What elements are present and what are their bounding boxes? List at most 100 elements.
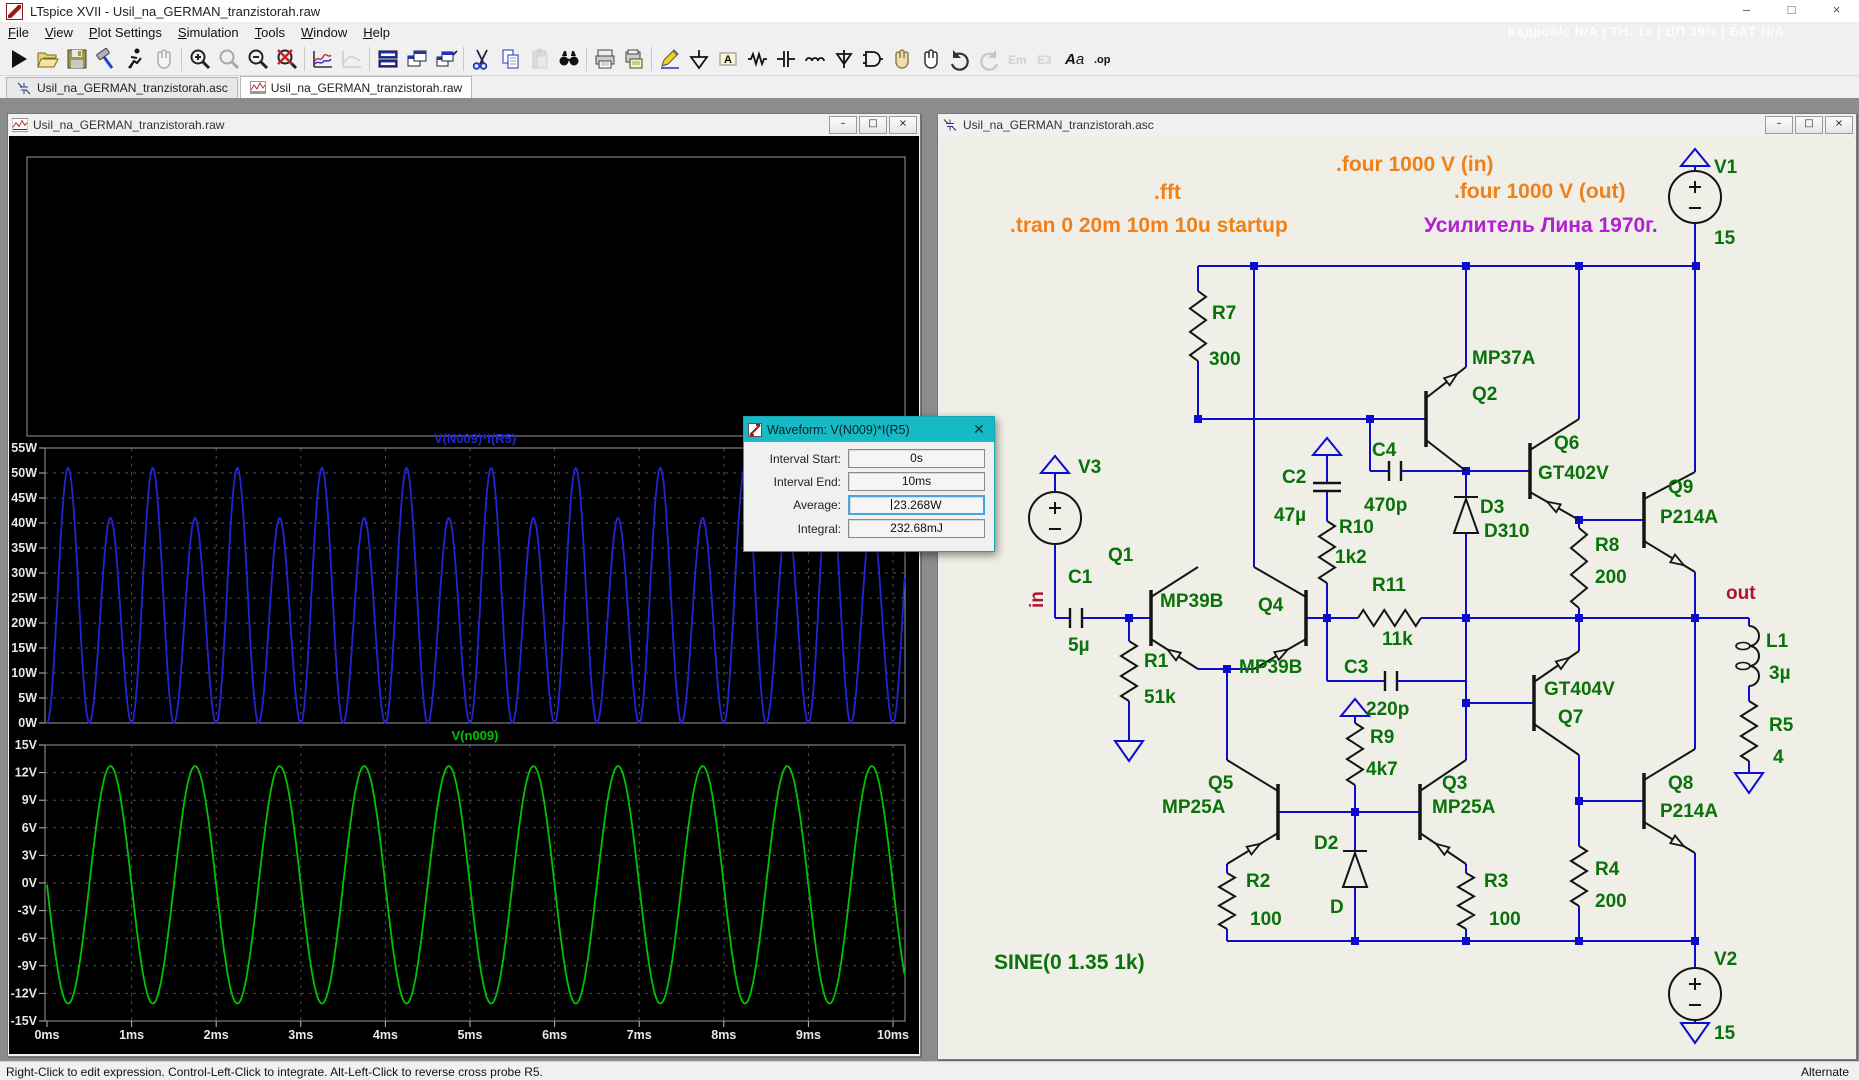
waveform-plot-area[interactable]: V(N009)*I(R5)55W50W45W40W35W30W25W20W15W… (9, 136, 919, 1054)
copy-icon[interactable] (496, 45, 525, 73)
average-input[interactable]: 23.268W (848, 495, 985, 515)
edit-pencil-icon[interactable] (655, 45, 684, 73)
dialog-close-icon[interactable]: ✕ (968, 421, 990, 438)
tile-vertical-icon[interactable] (402, 45, 431, 73)
cut-icon[interactable] (467, 45, 496, 73)
drag-hand-icon[interactable] (887, 45, 916, 73)
menu-simulation[interactable]: Simulation (170, 23, 247, 42)
waveform-minimize-button[interactable]: – (829, 116, 857, 134)
schematic-label[interactable]: .tran 0 20m 10m 10u startup (1010, 214, 1288, 237)
schematic-label[interactable]: MP25A (1432, 797, 1496, 818)
capacitor-icon[interactable] (771, 45, 800, 73)
schematic-label[interactable]: Q7 (1558, 707, 1583, 728)
waveform-close-button[interactable]: × (889, 116, 917, 134)
schematic-label[interactable]: 15 (1714, 228, 1736, 249)
schematic-label[interactable]: MP37A (1472, 348, 1536, 369)
schematic-label[interactable]: D3 (1480, 497, 1504, 518)
gate-icon[interactable] (858, 45, 887, 73)
schematic-label[interactable]: 220p (1366, 699, 1409, 720)
schematic-label[interactable]: C1 (1068, 567, 1093, 588)
schematic-label[interactable]: MP39B (1239, 657, 1302, 678)
schematic-label[interactable]: P214A (1660, 801, 1718, 822)
schematic-label[interactable]: C3 (1344, 657, 1368, 678)
schematic-label[interactable]: 11k (1382, 629, 1413, 650)
interval-start-input[interactable]: 0s (848, 449, 985, 468)
schematic-label[interactable]: 51k (1144, 687, 1176, 708)
zoom-in-icon[interactable] (185, 45, 214, 73)
schematic-label[interactable]: SINE(0 1.35 1k) (994, 951, 1145, 974)
schematic-label[interactable]: 470p (1364, 495, 1407, 516)
tab-raw[interactable]: Usil_na_GERMAN_tranzistorah.raw (240, 76, 472, 98)
schematic-label[interactable]: GT402V (1538, 463, 1609, 484)
schematic-label[interactable]: Q2 (1472, 384, 1497, 405)
waveform-dialog-titlebar[interactable]: Waveform: V(N009)*I(R5) ✕ (744, 417, 994, 442)
schematic-label[interactable]: V2 (1714, 949, 1737, 970)
menu-help[interactable]: Help (355, 23, 398, 42)
schematic-label[interactable]: Q5 (1208, 773, 1234, 794)
schematic-label[interactable]: R8 (1595, 535, 1619, 556)
schematic-label[interactable]: Q3 (1442, 773, 1467, 794)
net-label-icon[interactable]: A (713, 45, 742, 73)
resistor-icon[interactable] (742, 45, 771, 73)
menu-plot-settings[interactable]: Plot Settings (81, 23, 170, 42)
menu-file[interactable]: File (0, 23, 37, 42)
schematic-label[interactable]: 200 (1595, 567, 1627, 588)
text-tool-icon[interactable]: Aa (1061, 45, 1090, 73)
schematic-label[interactable]: R9 (1370, 727, 1394, 748)
undo-icon[interactable] (945, 45, 974, 73)
schematic-label[interactable]: V3 (1078, 457, 1101, 478)
schematic-minimize-button[interactable]: – (1765, 116, 1793, 134)
schematic-label[interactable]: R5 (1769, 715, 1794, 736)
schematic-window-titlebar[interactable]: Usil_na_GERMAN_tranzistorah.asc – □ × (938, 114, 1856, 137)
schematic-label[interactable]: D310 (1484, 521, 1529, 542)
print-preview-icon[interactable] (619, 45, 648, 73)
trace-label[interactable]: V(N009)*I(R5) (434, 431, 516, 446)
schematic-label[interactable]: Q6 (1554, 433, 1579, 454)
schematic-label[interactable]: Q8 (1668, 773, 1693, 794)
schematic-label[interactable]: R1 (1144, 651, 1169, 672)
schematic-label[interactable]: 4 (1773, 747, 1784, 768)
close-button[interactable]: × (1814, 0, 1859, 22)
schematic-label[interactable]: 1k2 (1335, 547, 1367, 568)
interval-end-input[interactable]: 10ms (848, 472, 985, 491)
open-icon[interactable] (33, 45, 62, 73)
menu-view[interactable]: View (37, 23, 81, 42)
inductor-icon[interactable] (800, 45, 829, 73)
tile-horizontal-icon[interactable] (373, 45, 402, 73)
menu-tools[interactable]: Tools (247, 23, 293, 42)
spice-directive-icon[interactable]: .op (1090, 45, 1119, 73)
schematic-label[interactable]: out (1726, 583, 1756, 604)
schematic-label[interactable]: .four 1000 V (in) (1336, 153, 1494, 176)
zoom-out-icon[interactable] (243, 45, 272, 73)
minimize-button[interactable]: – (1724, 0, 1769, 22)
schematic-label[interactable]: R7 (1212, 303, 1236, 324)
restore-button[interactable]: □ (1769, 0, 1814, 22)
schematic-label[interactable]: 300 (1209, 349, 1241, 370)
run-man-icon[interactable] (120, 45, 149, 73)
cascade-icon[interactable] (431, 45, 460, 73)
tab-asc[interactable]: Usil_na_GERMAN_tranzistorah.asc (6, 77, 238, 98)
schematic-label[interactable]: R11 (1372, 575, 1406, 596)
schematic-label[interactable]: R3 (1484, 871, 1508, 892)
schematic-label[interactable]: .fft (1154, 181, 1181, 204)
run-icon[interactable] (4, 45, 33, 73)
waveform-restore-button[interactable]: □ (859, 116, 887, 134)
schematic-label[interactable]: 100 (1250, 909, 1282, 930)
schematic-label[interactable]: C4 (1372, 440, 1397, 461)
schematic-label[interactable]: R4 (1595, 859, 1620, 880)
schematic-label[interactable]: GT404V (1544, 679, 1615, 700)
plot-settings-icon[interactable] (308, 45, 337, 73)
pan-hand-icon[interactable] (916, 45, 945, 73)
schematic-label[interactable]: P214A (1660, 507, 1718, 528)
schematic-label[interactable]: .four 1000 V (out) (1454, 180, 1626, 203)
control-panel-icon[interactable] (91, 45, 120, 73)
schematic-label[interactable]: 47µ (1274, 505, 1306, 526)
schematic-label[interactable]: in (1027, 591, 1048, 608)
schematic-label[interactable]: D2 (1314, 833, 1338, 854)
schematic-restore-button[interactable]: □ (1795, 116, 1823, 134)
schematic-label[interactable]: MP39B (1160, 591, 1223, 612)
schematic-label[interactable]: 15 (1714, 1023, 1736, 1044)
diode-icon[interactable] (829, 45, 858, 73)
zoom-full-icon[interactable] (272, 45, 301, 73)
schematic-label[interactable]: Q1 (1108, 545, 1134, 566)
